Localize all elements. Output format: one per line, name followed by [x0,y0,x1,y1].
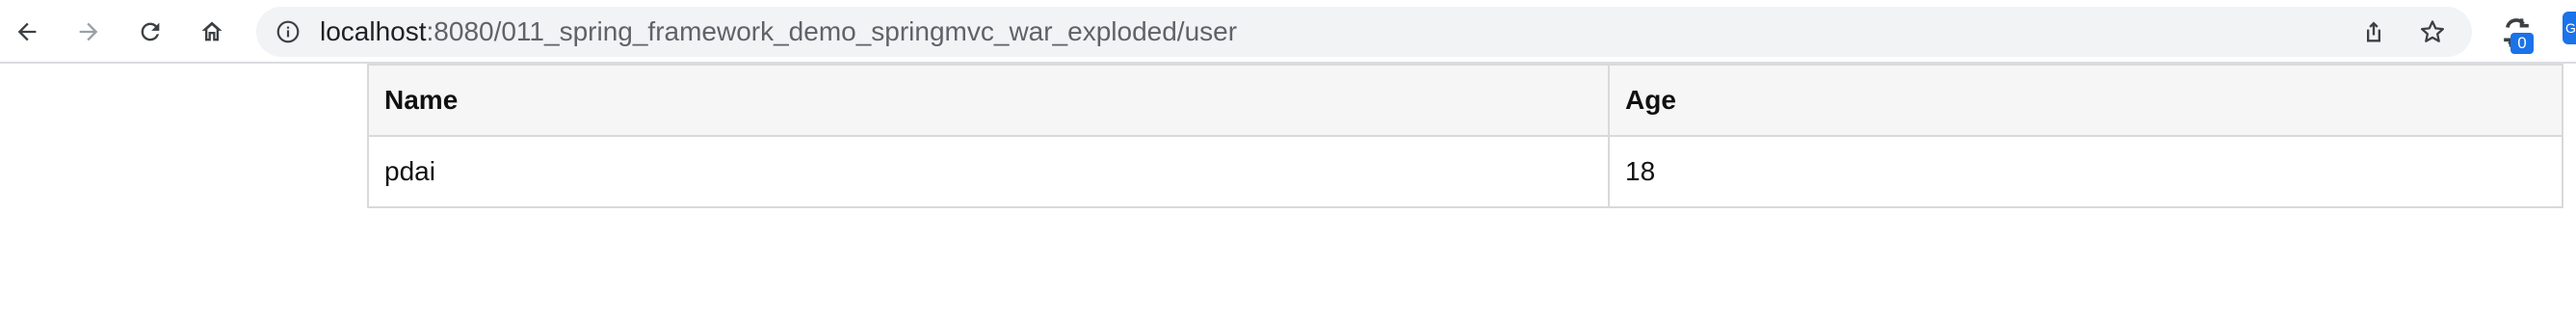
address-bar[interactable]: localhost:8080/011_spring_framework_demo… [256,7,2472,57]
forward-icon [79,22,98,41]
profile-button[interactable]: G [2563,12,2576,44]
user-table: Name Age pdai 18 [367,64,2563,208]
home-button[interactable] [191,11,233,53]
url-path: :8080/011_spring_framework_demo_springmv… [426,16,1238,46]
forward-button[interactable] [67,11,110,53]
back-button[interactable] [6,11,48,53]
table-header-row: Name Age [367,64,2563,137]
reload-icon [141,22,160,41]
info-icon[interactable] [276,19,301,44]
home-icon [201,21,223,41]
url-text[interactable]: localhost:8080/011_spring_framework_demo… [320,7,1237,57]
extension-badge: 0 [2510,33,2534,54]
back-icon [17,22,37,41]
reload-button[interactable] [129,11,171,53]
column-header-age: Age [1608,64,2563,137]
star-icon[interactable] [2418,17,2447,46]
cell-name: pdai [367,135,1610,208]
table-row: pdai 18 [367,135,2563,208]
url-host: localhost [320,16,427,46]
browser-toolbar: localhost:8080/011_spring_framework_demo… [0,0,2576,64]
cell-age: 18 [1608,135,2563,208]
share-icon[interactable] [2360,18,2387,45]
column-header-name: Name [367,64,1610,137]
